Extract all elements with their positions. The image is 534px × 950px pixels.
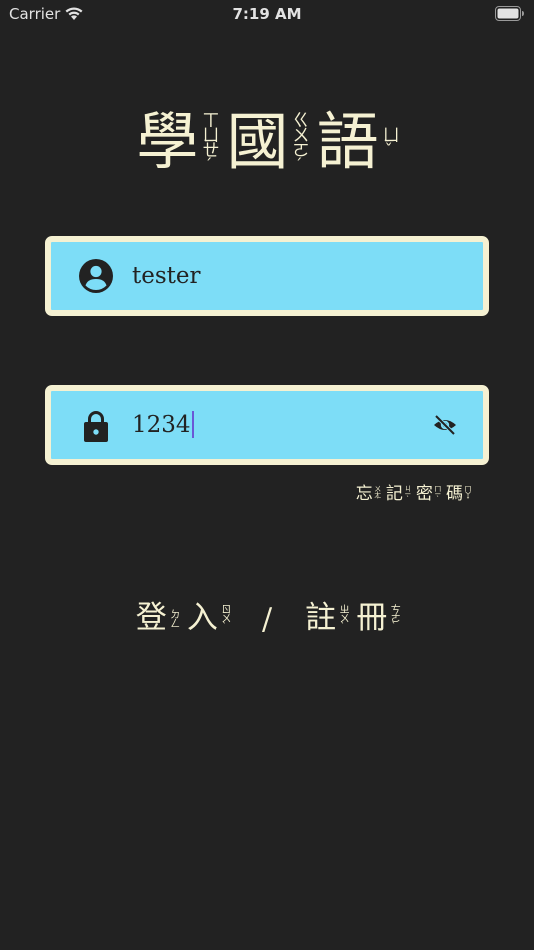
status-time: 7:19 AM [232, 5, 302, 23]
login-zhuyin: ㄉㄥ [167, 609, 179, 627]
username-input[interactable]: tester [132, 242, 201, 310]
title-char-group: 語 ㄩˇ [316, 105, 399, 178]
title-char: 國 [226, 105, 289, 178]
forgot-zhuyin: ㄐㄧˋ [403, 485, 412, 503]
register-char: 冊 [356, 600, 388, 636]
login-char: 登 [135, 600, 167, 636]
register-char-group: 註 ㄓㄨˋ [305, 598, 349, 638]
app-title: 學 ㄒㄩㄝˊ 國 ㄍㄨㄛˊ 語 ㄩˇ [0, 106, 534, 178]
eye-off-icon[interactable] [433, 414, 457, 436]
title-char-group: 學 ㄒㄩㄝˊ [136, 105, 219, 178]
title-zhuyin: ㄒㄩㄝˊ [198, 110, 219, 174]
login-char: 入 [186, 600, 218, 636]
forgot-char: 忘 [355, 484, 373, 504]
password-field[interactable]: 1234 [45, 385, 489, 465]
forgot-password-link[interactable]: 忘 ㄨㄤˋ 記 ㄐㄧˋ 密 ㄇㄧˋ 碼 ㄇㄚˇ [355, 484, 472, 504]
register-zhuyin: ㄓㄨˋ [337, 604, 349, 632]
title-char: 學 [136, 105, 199, 178]
forgot-char-group: 記 ㄐㄧˋ [385, 484, 412, 504]
login-zhuyin: ㄖㄨˋ [218, 604, 230, 632]
title-zhuyin: ㄩˇ [378, 125, 399, 159]
text-caret [191, 410, 194, 438]
title-char: 語 [316, 105, 379, 178]
forgot-char-group: 碼 ㄇㄚˇ [446, 484, 472, 504]
forgot-zhuyin: ㄇㄧˋ [433, 485, 442, 503]
forgot-zhuyin: ㄇㄚˇ [464, 484, 472, 504]
password-input[interactable]: 1234 [132, 391, 194, 459]
account-circle-icon [79, 259, 113, 293]
register-button[interactable]: 註 ㄓㄨˋ 冊 ㄘㄜˋ [303, 598, 400, 638]
register-zhuyin: ㄘㄜˋ [388, 604, 400, 632]
login-char-group: 登 ㄉㄥ [135, 598, 179, 638]
register-char: 註 [305, 600, 337, 636]
username-field[interactable]: tester [45, 236, 489, 316]
login-char-group: 入 ㄖㄨˋ [186, 598, 230, 638]
forgot-char-group: 密 ㄇㄧˋ [415, 484, 442, 504]
forgot-zhuyin: ㄨㄤˋ [373, 484, 382, 504]
action-separator: / [261, 602, 273, 637]
title-char-group: 國 ㄍㄨㄛˊ [226, 105, 309, 178]
forgot-char: 碼 [446, 484, 463, 504]
title-zhuyin: ㄍㄨㄛˊ [288, 110, 309, 174]
lock-icon [84, 411, 108, 442]
login-button[interactable]: 登 ㄉㄥ 入 ㄖㄨˋ [134, 598, 231, 638]
forgot-char-group: 忘 ㄨㄤˋ [355, 484, 382, 504]
battery-icon [495, 6, 524, 21]
password-value: 1234 [132, 412, 191, 438]
forgot-char: 密 [415, 484, 433, 504]
auth-actions: 登 ㄉㄥ 入 ㄖㄨˋ / 註 ㄓㄨˋ 冊 ㄘㄜˋ [0, 598, 534, 642]
status-bar: Carrier 7:19 AM [0, 0, 534, 28]
register-char-group: 冊 ㄘㄜˋ [356, 598, 400, 638]
forgot-char: 記 [385, 484, 403, 504]
